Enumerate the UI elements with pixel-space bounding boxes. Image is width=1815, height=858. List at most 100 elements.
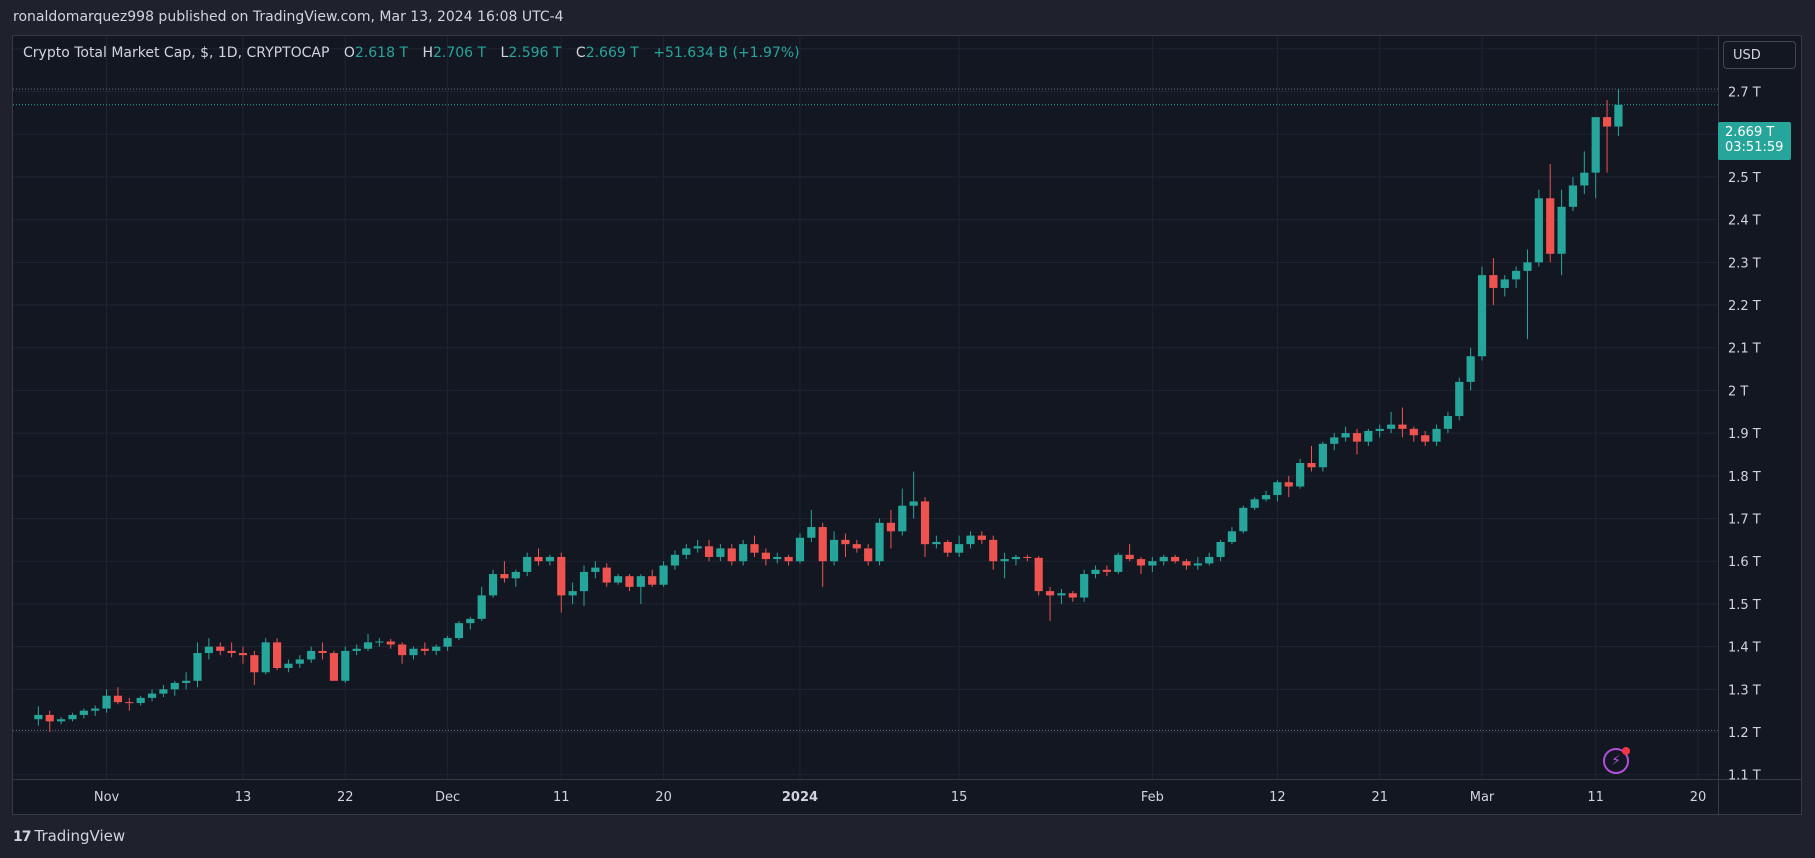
candle <box>1125 544 1134 562</box>
candle <box>1000 552 1009 579</box>
candle <box>45 710 54 733</box>
candlestick-chart[interactable]: 1.1 T 1.2 T 1.3 T 1.4 T 1.5 T 1.6 T 1.7 T 1.8 T… <box>0 0 1815 858</box>
candle-body <box>1227 531 1237 543</box>
candle <box>1068 591 1077 602</box>
candle-body <box>773 556 782 560</box>
candle <box>488 569 498 598</box>
candle-body <box>1216 542 1225 557</box>
candle-body <box>1364 430 1373 442</box>
candle <box>716 544 725 562</box>
candle <box>932 535 941 549</box>
candle-body <box>943 542 952 553</box>
candle-body <box>1477 275 1487 357</box>
time-tick-labels: Nov 13 22 Dec 11 20 2024 15 Feb 12 21 Mar 11 20 <box>94 790 1706 805</box>
candle <box>409 646 418 660</box>
candle <box>1034 556 1043 596</box>
high-value: 2.706 T <box>433 45 487 61</box>
candle-body <box>318 650 327 654</box>
candle-body <box>750 544 759 553</box>
high-label: H <box>422 45 433 61</box>
candle-body <box>739 544 748 562</box>
candle <box>1477 266 1487 361</box>
candle-body <box>261 642 270 673</box>
price-tick-label: 2.5 T <box>1728 171 1761 186</box>
candle <box>977 531 986 545</box>
price-tick-label: 1.7 T <box>1728 513 1761 528</box>
candle-body <box>1250 499 1259 508</box>
candle-body <box>818 527 827 562</box>
candle-body <box>829 539 839 562</box>
lightning-bolt-icon[interactable]: ⚡ <box>1603 747 1630 774</box>
candle-body <box>523 556 532 572</box>
candle-body <box>795 537 805 562</box>
candle-body <box>841 539 850 545</box>
candle <box>261 638 270 675</box>
candle-body <box>477 595 486 619</box>
candle <box>318 642 327 660</box>
candle-body <box>693 546 702 549</box>
symbol-name[interactable]: Crypto Total Market Cap, $, 1D, CRYPTOCA… <box>23 45 329 61</box>
currency-button[interactable]: USD <box>1723 41 1796 69</box>
candle <box>1261 490 1271 502</box>
candles <box>34 88 1623 733</box>
candle-body <box>1000 559 1009 562</box>
price-tick-label: 1.4 T <box>1728 641 1761 656</box>
tradingview-brand[interactable]: 17 TradingView <box>13 827 125 845</box>
time-tick-label: 12 <box>1269 790 1286 805</box>
candle-body <box>1125 554 1134 560</box>
candle <box>341 646 350 683</box>
candle <box>1284 475 1293 498</box>
candle <box>545 554 554 566</box>
candle <box>864 544 873 566</box>
candle <box>1239 505 1248 534</box>
notification-dot <box>1622 747 1630 755</box>
candle <box>34 706 43 726</box>
candle-body <box>1546 198 1555 254</box>
candle-body <box>375 641 384 643</box>
candle-body <box>1341 433 1350 438</box>
candle <box>852 539 861 553</box>
candle <box>272 638 282 671</box>
candle-body <box>295 659 304 664</box>
candle <box>523 552 532 577</box>
candle-body <box>761 552 770 560</box>
candle-body <box>852 544 861 549</box>
candle <box>909 471 918 519</box>
candle-body <box>454 623 464 639</box>
candle <box>886 509 896 549</box>
candle-body <box>159 689 168 694</box>
candle-body <box>386 641 395 645</box>
candle <box>795 533 805 564</box>
last-price-value: 2.669 T <box>1725 125 1775 140</box>
time-tick-label: Mar <box>1470 790 1495 805</box>
change-value: +51.634 B (+1.97%) <box>653 45 800 61</box>
candle-body <box>420 648 429 651</box>
candle <box>568 582 577 604</box>
candle <box>1171 554 1180 564</box>
price-tick-label: 1.2 T <box>1728 726 1761 741</box>
candle-body <box>682 548 691 555</box>
candle-body <box>1193 563 1202 566</box>
candle-body <box>227 650 236 654</box>
candle-body <box>784 556 793 562</box>
candle <box>1409 426 1418 442</box>
candle <box>1114 552 1123 575</box>
price-tick-label: 1.1 T <box>1728 769 1761 784</box>
candle-body <box>1375 428 1384 431</box>
candle-body <box>1136 559 1146 566</box>
candle <box>204 638 213 660</box>
candle <box>943 539 952 557</box>
candle <box>454 621 464 641</box>
candle <box>1489 258 1498 306</box>
candle-body <box>500 574 509 579</box>
candle-body <box>898 505 907 532</box>
time-tick-label: Dec <box>435 790 460 805</box>
close-value: 2.669 T <box>585 45 639 61</box>
last-price-badge: 2.669 T 03:51:59 <box>1718 122 1791 160</box>
candle <box>875 518 884 566</box>
candle-body <box>1409 428 1418 436</box>
price-tick-label: 2.4 T <box>1728 214 1761 229</box>
candle-body <box>1318 443 1327 468</box>
candle <box>636 574 645 604</box>
candle-body <box>1614 104 1623 127</box>
